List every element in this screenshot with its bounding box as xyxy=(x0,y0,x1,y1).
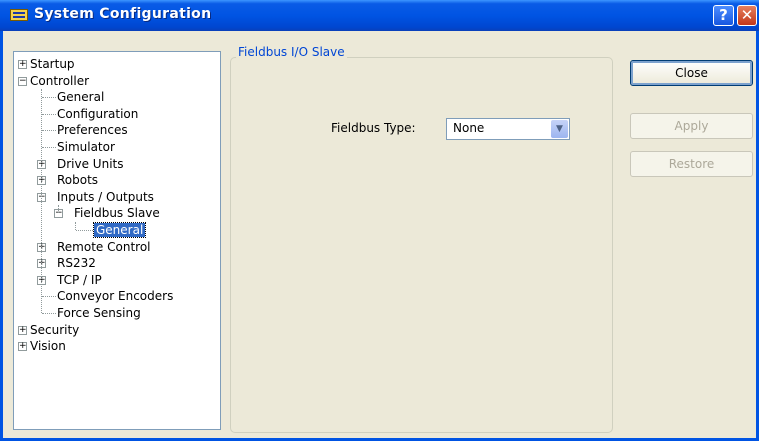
tree-item[interactable]: Force Sensing xyxy=(57,305,141,321)
tree-item[interactable]: Remote Control xyxy=(57,239,151,255)
tree-item[interactable]: General xyxy=(92,222,147,238)
tree-connector xyxy=(42,97,56,99)
tree-item[interactable]: Conveyor Encoders xyxy=(57,288,173,304)
tree-item[interactable]: Simulator xyxy=(57,139,115,155)
tree-item[interactable]: Preferences xyxy=(57,122,128,138)
tree-item-label: Force Sensing xyxy=(57,306,141,320)
title-bar[interactable]: System Configuration ? ✕ xyxy=(0,0,759,31)
tree-item[interactable]: Vision xyxy=(30,338,66,354)
tree-expander-icon[interactable]: + xyxy=(18,325,27,335)
config-tree[interactable]: + Startup − Controller General Configuration P… xyxy=(13,51,221,430)
tree-connector xyxy=(42,147,56,148)
tree-item-label: General xyxy=(92,222,147,238)
tree-connector xyxy=(41,89,42,313)
tree-connector xyxy=(58,205,59,214)
tree-connector xyxy=(75,222,76,230)
tree-item-label: Drive Units xyxy=(57,156,124,171)
fieldbus-type-select[interactable]: None ▼ xyxy=(446,118,570,140)
tree-item[interactable]: Controller xyxy=(30,73,89,89)
tree-item[interactable]: RS232 xyxy=(57,255,96,271)
tree-item-label: Remote Control xyxy=(57,239,151,254)
tree-item[interactable]: Configuration xyxy=(57,106,138,122)
tree-connector xyxy=(42,113,56,115)
tree-item[interactable]: Robots xyxy=(57,172,98,188)
apply-button[interactable]: Apply xyxy=(630,113,753,139)
tree-item-label: Simulator xyxy=(57,140,115,154)
tree-item-label: TCP / IP xyxy=(57,272,102,287)
tree-connector xyxy=(42,130,56,132)
tree-expander-icon[interactable]: − xyxy=(18,76,27,86)
group-title: Fieldbus I/O Slave xyxy=(236,45,347,59)
restore-button[interactable]: Restore xyxy=(630,151,753,177)
tree-item[interactable]: General xyxy=(57,89,104,105)
tree-item-label: Fieldbus Slave xyxy=(74,206,160,221)
fieldbus-type-label: Fieldbus Type: xyxy=(331,121,416,135)
app-icon xyxy=(10,9,28,21)
close-window-button[interactable]: ✕ xyxy=(737,5,757,26)
fieldbus-group-box xyxy=(230,57,613,433)
tree-item-label: Preferences xyxy=(57,123,128,138)
tree-item-label: Startup xyxy=(30,57,75,71)
tree-item[interactable]: Security xyxy=(30,322,79,338)
tree-item-label: Vision xyxy=(30,339,66,354)
close-button[interactable]: Close xyxy=(630,60,753,86)
tree-item-label: RS232 xyxy=(57,256,96,271)
fieldbus-type-value: None xyxy=(453,121,485,135)
help-button[interactable]: ? xyxy=(713,5,734,26)
tree-connector xyxy=(42,296,56,298)
system-configuration-window: System Configuration ? ✕ + Startup − Contro… xyxy=(0,0,759,441)
chevron-down-icon[interactable]: ▼ xyxy=(551,120,568,138)
tree-item[interactable]: Inputs / Outputs xyxy=(57,189,154,205)
tree-item-label: Conveyor Encoders xyxy=(57,289,174,304)
tree-item-label: Security xyxy=(30,322,80,337)
tree-item[interactable]: Fieldbus Slave xyxy=(74,205,160,221)
tree-item[interactable]: TCP / IP xyxy=(57,272,102,288)
tree-connector xyxy=(42,313,56,314)
tree-item-label: Inputs / Outputs xyxy=(57,189,154,204)
tree-item[interactable]: Startup xyxy=(30,56,75,72)
tree-item-label: General xyxy=(57,90,105,105)
tree-item-label: Robots xyxy=(57,173,99,188)
tree-connector xyxy=(76,230,93,231)
tree-expander-icon[interactable]: + xyxy=(18,60,27,69)
window-title: System Configuration xyxy=(34,6,212,22)
tree-expander-icon[interactable]: + xyxy=(18,342,27,352)
tree-item[interactable]: Drive Units xyxy=(57,156,124,172)
tree-item-label: Configuration xyxy=(57,106,139,121)
tree-item-label: Controller xyxy=(30,73,90,88)
